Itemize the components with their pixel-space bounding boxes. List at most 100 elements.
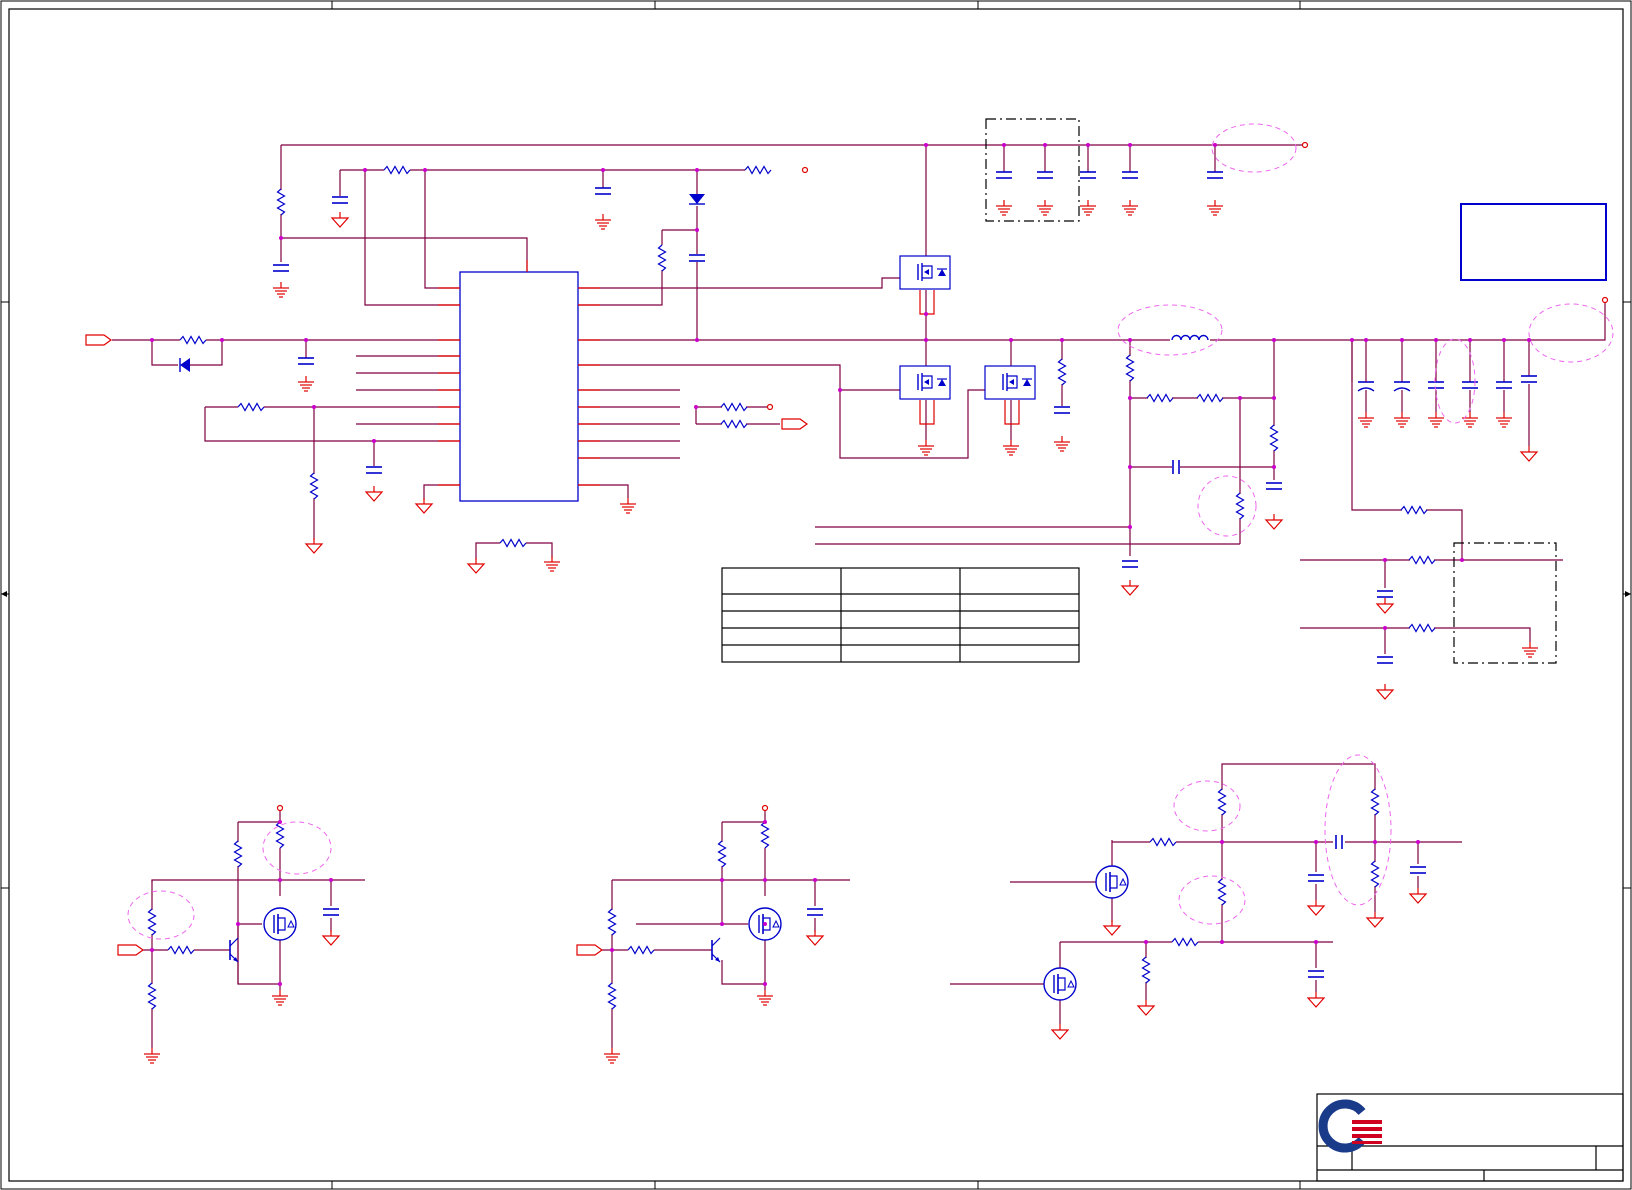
junction <box>1220 940 1224 944</box>
resistor <box>760 821 770 849</box>
resistor <box>1196 393 1224 403</box>
net-port <box>781 418 809 430</box>
resistor <box>1149 837 1177 847</box>
resistor <box>1370 860 1380 888</box>
junction <box>1272 396 1276 400</box>
resistor <box>1400 505 1428 515</box>
highlight-ellipse <box>1178 875 1246 925</box>
resistor <box>147 982 157 1010</box>
junction <box>1238 396 1242 400</box>
junction <box>1373 840 1377 844</box>
highlight-ellipse <box>1197 475 1257 537</box>
highlight-ellipse <box>127 890 195 940</box>
ground-symbol <box>466 563 486 574</box>
resistor <box>1235 492 1245 520</box>
ground-symbol <box>805 935 825 946</box>
resistor <box>1217 788 1227 816</box>
resistor <box>744 165 772 175</box>
junction <box>236 922 240 926</box>
junction <box>278 820 282 824</box>
test-point <box>276 804 284 812</box>
junction <box>924 312 928 316</box>
ground-symbol <box>1375 689 1395 700</box>
bottom-circuit-wires <box>140 763 1462 1048</box>
resistor <box>1370 788 1380 816</box>
resistor <box>1171 937 1199 947</box>
resistor <box>499 538 527 548</box>
body-diode <box>938 379 946 386</box>
highlight-ellipse <box>1117 304 1223 356</box>
junction <box>1350 338 1354 342</box>
config-table <box>721 567 1080 663</box>
resistor <box>1057 358 1067 386</box>
resistor <box>1141 956 1151 984</box>
resistor <box>627 945 655 955</box>
ground-symbol <box>1120 585 1140 596</box>
ground-symbol <box>330 217 350 228</box>
junction <box>1416 840 1420 844</box>
junction <box>312 405 316 409</box>
resistor <box>233 840 243 868</box>
resistor <box>309 472 319 500</box>
mosfet-pins <box>919 400 935 425</box>
junction <box>363 168 367 172</box>
body-diode <box>287 919 295 928</box>
junction <box>695 228 699 232</box>
junction <box>694 405 698 409</box>
top-rail-wires <box>280 144 1305 366</box>
junction <box>1272 338 1276 342</box>
diode <box>180 358 190 372</box>
resistor <box>1217 878 1227 906</box>
net-port <box>85 334 113 346</box>
junction <box>372 439 376 443</box>
ground-symbol <box>414 503 434 514</box>
resistor <box>607 908 617 936</box>
junction <box>1314 940 1318 944</box>
ground-symbol <box>304 543 324 554</box>
resistor <box>720 419 748 429</box>
highlight-ellipse <box>1528 303 1614 363</box>
mosfet-arrow <box>924 379 929 385</box>
inductor <box>1171 334 1209 341</box>
junction <box>924 338 928 342</box>
ground-symbol <box>1136 1005 1156 1016</box>
company-logo <box>1318 1099 1382 1153</box>
resistor <box>657 244 667 272</box>
junction <box>1383 626 1387 630</box>
junction <box>423 168 427 172</box>
junction <box>763 922 767 926</box>
mosfet <box>263 907 297 941</box>
ic-pins <box>438 260 600 486</box>
net-port <box>576 944 604 956</box>
mosfet-body <box>1058 977 1066 991</box>
junction <box>924 143 928 147</box>
junction <box>1043 143 1047 147</box>
resistor <box>1408 623 1436 633</box>
highlight-ellipse <box>1434 338 1476 424</box>
highlight-ellipse <box>1211 123 1297 173</box>
mosfet-arrow <box>924 269 929 275</box>
junction <box>1086 143 1090 147</box>
junction <box>813 878 817 882</box>
resistor <box>237 402 265 412</box>
highlight-ellipse <box>1324 754 1392 906</box>
junction <box>329 878 333 882</box>
junction <box>695 338 699 342</box>
sheet-border <box>0 0 1632 1190</box>
junction <box>1502 338 1506 342</box>
npn-collector <box>711 937 721 947</box>
ground-symbol <box>1264 519 1284 530</box>
resistor <box>1408 555 1436 565</box>
junction <box>1468 338 1472 342</box>
junction <box>1220 840 1224 844</box>
resistor <box>383 165 411 175</box>
mosfet-body <box>1110 875 1118 889</box>
junction <box>220 338 224 342</box>
npn-collector <box>229 937 239 947</box>
ground-symbol <box>1408 893 1428 904</box>
test-point <box>766 403 774 411</box>
note-box <box>1460 203 1607 281</box>
resistor <box>717 840 727 868</box>
test-point <box>1601 296 1609 304</box>
body-diode <box>1119 877 1127 886</box>
